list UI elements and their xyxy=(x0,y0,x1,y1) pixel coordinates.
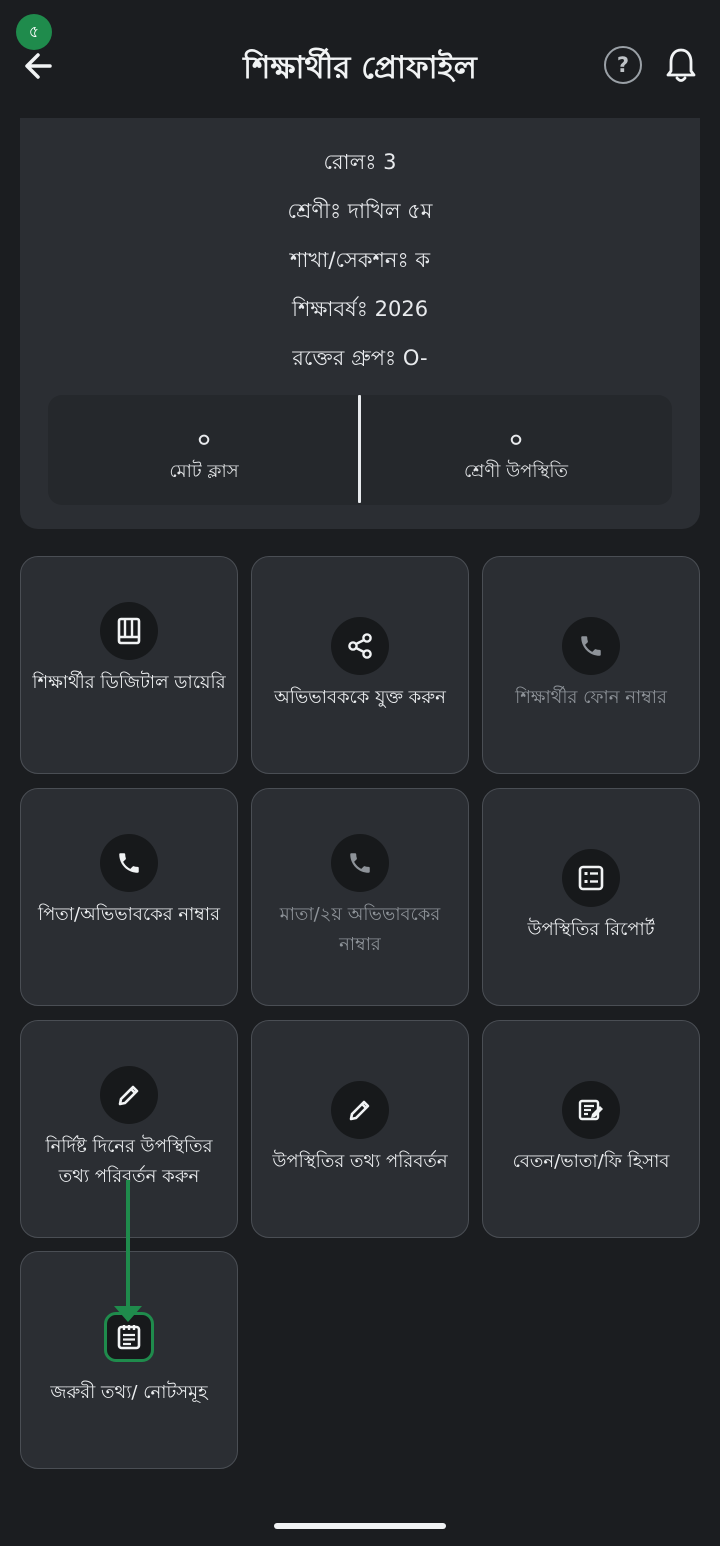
academic-year-text: শিক্ষাবর্ষঃ 2026 xyxy=(291,297,429,321)
phone-icon xyxy=(100,834,158,892)
tile-father-phone[interactable]: পিতা/অভিভাবকের নাম্বার xyxy=(20,788,238,1006)
total-class-label: মোট ক্লাস xyxy=(169,461,239,482)
tile-student-phone[interactable]: শিক্ষার্থীর ফোন নাম্বার xyxy=(482,556,700,774)
student-info-card: রোলঃ 3 শ্রেণীঃ দাখিল ৫ম শাখা/সেকশনঃ ক শি… xyxy=(20,118,700,529)
pencil-icon xyxy=(100,1066,158,1124)
share-icon xyxy=(331,617,389,675)
tile-student-phone-label: শিক্ষার্থীর ফোন নাম্বার xyxy=(515,687,667,708)
section-text: শাখা/সেকশনঃ ক xyxy=(289,248,431,272)
app-bar: ৫ শিক্ষার্থীর প্রোফাইল ? xyxy=(0,0,720,118)
tile-digital-diary[interactable]: শিক্ষার্থীর ডিজিটাল ডায়েরি xyxy=(20,556,238,774)
student-profile-screen: ৫ শিক্ষার্থীর প্রোফাইল ? রোলঃ 3 শ্রেণীঃ … xyxy=(0,0,720,1546)
blood-group-text: রক্তের গ্রুপঃ O- xyxy=(292,346,428,370)
help-button[interactable]: ? xyxy=(604,46,642,84)
class-attendance-stat: ০ শ্রেণী উপস্থিতি xyxy=(360,395,672,505)
tile-mother-phone[interactable]: মাতা/২য় অভিভাবকের নাম্বার xyxy=(251,788,469,1006)
home-indicator[interactable] xyxy=(274,1523,446,1529)
attendance-stats: ০ মোট ক্লাস ০ শ্রেণী উপস্থিতি xyxy=(48,395,672,505)
class-attendance-value: ০ xyxy=(508,428,524,453)
tile-digital-diary-label: শিক্ষার্থীর ডিজিটাল ডায়েরি xyxy=(32,672,226,693)
bell-icon xyxy=(666,48,696,82)
back-arrow-icon xyxy=(25,53,52,79)
book-icon xyxy=(100,602,158,660)
tile-important-notes-label: জরুরী তথ্য/ নোটসমূহ xyxy=(50,1382,208,1403)
phone-icon xyxy=(562,617,620,675)
report-icon xyxy=(562,849,620,907)
total-class-stat: ০ মোট ক্লাস xyxy=(48,395,360,505)
phone-icon xyxy=(331,834,389,892)
class-text: শ্রেণীঃ দাখিল ৫ম xyxy=(287,199,433,223)
tile-father-phone-label: পিতা/অভিভাবকের নাম্বার xyxy=(37,904,221,925)
tile-connect-guardian-label: অভিভাবককে যুক্ত করুন xyxy=(274,687,446,708)
back-button[interactable] xyxy=(20,48,60,84)
roll-text: রোলঃ 3 xyxy=(323,150,397,174)
tile-mother-phone-label: মাতা/২য় অভিভাবকের নাম্বার xyxy=(279,904,441,955)
notifications-button[interactable] xyxy=(664,46,698,84)
tile-fees-account-label: বেতন/ভাতা/ফি হিসাব xyxy=(512,1151,670,1172)
page-title: শিক্ষার্থীর প্রোফাইল xyxy=(243,50,477,86)
tile-attendance-report[interactable]: উপস্থিতির রিপোর্ট xyxy=(482,788,700,1006)
notification-count-badge: ৫ xyxy=(16,14,52,50)
tile-connect-guardian[interactable]: অভিভাবককে যুক্ত করুন xyxy=(251,556,469,774)
pencil-icon xyxy=(331,1081,389,1139)
class-attendance-label: শ্রেণী উপস্থিতি xyxy=(463,461,569,482)
edit-note-icon xyxy=(562,1081,620,1139)
tile-edit-attendance[interactable]: উপস্থিতির তথ্য পরিবর্তন xyxy=(251,1020,469,1238)
annotation-arrow-line xyxy=(126,1180,130,1308)
tile-edit-attendance-label: উপস্থিতির তথ্য পরিবর্তন xyxy=(272,1151,448,1172)
total-class-value: ০ xyxy=(196,428,212,453)
question-mark-icon: ? xyxy=(616,53,630,77)
annotation-arrow-head xyxy=(114,1306,142,1322)
tile-attendance-report-label: উপস্থিতির রিপোর্ট xyxy=(527,919,655,940)
tile-fees-account[interactable]: বেতন/ভাতা/ফি হিসাব xyxy=(482,1020,700,1238)
